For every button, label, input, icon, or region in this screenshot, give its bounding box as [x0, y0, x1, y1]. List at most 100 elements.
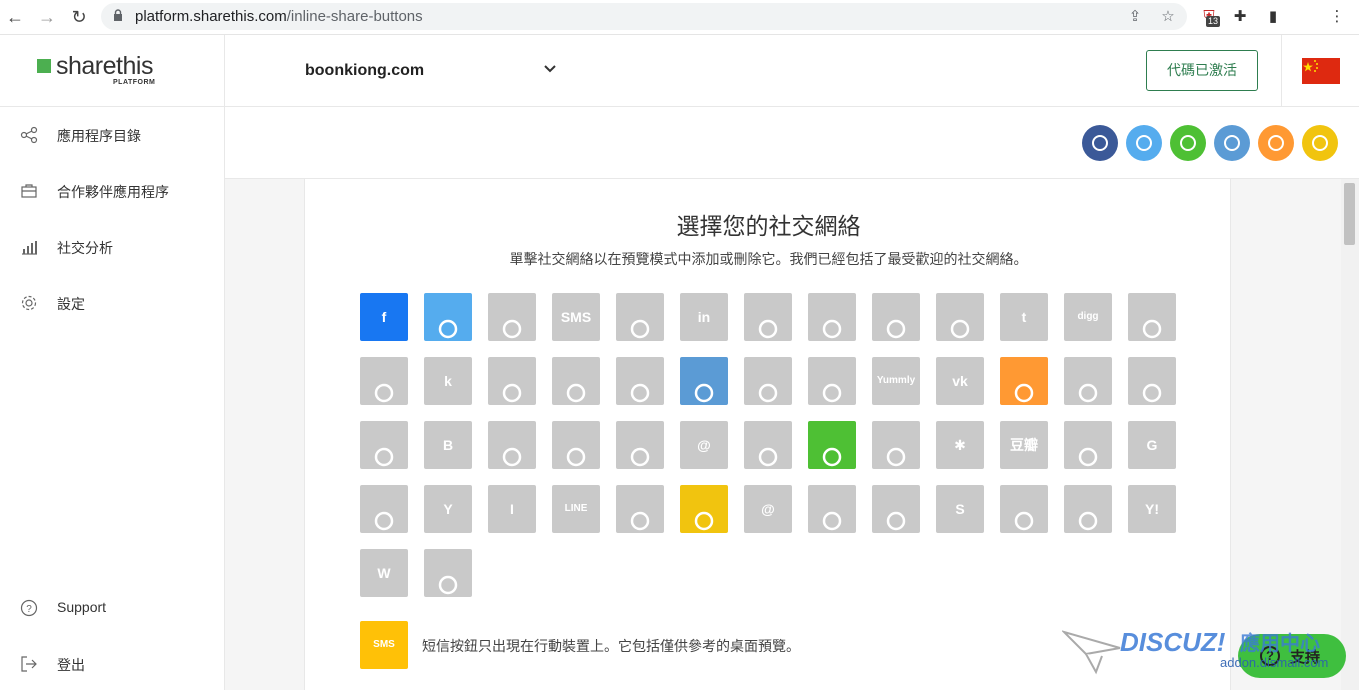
- bookmark-star-icon[interactable]: ☆: [1159, 8, 1177, 26]
- logo-wordmark: sharethis: [56, 52, 153, 80]
- network-buffer-layers-button[interactable]: [488, 357, 536, 405]
- sidebar-item-logout[interactable]: 登出: [0, 644, 224, 684]
- network-odnoklassniki-button[interactable]: [1064, 357, 1112, 405]
- network-qq-button[interactable]: [680, 357, 728, 405]
- network-print-button[interactable]: [360, 421, 408, 469]
- sidebar-item-app-catalog[interactable]: 應用程序目錄: [0, 115, 224, 155]
- network-line-button[interactable]: LINE: [552, 485, 600, 533]
- network-email-at-button[interactable]: @: [680, 421, 728, 469]
- skype-icon: S: [955, 501, 965, 517]
- messenger-icon: [744, 293, 792, 341]
- network-douban-button[interactable]: 豆瓣: [1000, 421, 1048, 469]
- address-bar[interactable]: platform.sharethis.com/inline-share-butt…: [101, 3, 1187, 30]
- side-panel-icon[interactable]: ▮: [1262, 6, 1284, 28]
- page-subtitle: 單擊社交網絡以在預覽模式中添加或刪除它。我們已經包括了最受歡迎的社交網絡。: [509, 251, 1028, 267]
- extension-badge: 13: [1206, 16, 1221, 27]
- network-wordpress-button[interactable]: W: [360, 549, 408, 597]
- network-meneame-button[interactable]: [616, 421, 664, 469]
- china-flag-icon[interactable]: [1302, 58, 1340, 84]
- preview-qzone-button[interactable]: [1302, 125, 1338, 161]
- network-google-button[interactable]: G: [1128, 421, 1176, 469]
- google-icon: G: [1146, 437, 1158, 453]
- network-tumblr-button[interactable]: t: [1000, 293, 1048, 341]
- network-kik-button[interactable]: k: [424, 357, 472, 405]
- domain-selector-label[interactable]: boonkiong.com: [305, 62, 424, 80]
- network-telegram-button[interactable]: [1000, 485, 1048, 533]
- preview-facebook-button[interactable]: [1082, 125, 1118, 161]
- network-mix-button[interactable]: [808, 485, 856, 533]
- network-pocket-button[interactable]: [616, 485, 664, 533]
- network-blogger-button[interactable]: B: [424, 421, 472, 469]
- extensions-puzzle-icon[interactable]: ✚: [1229, 6, 1251, 28]
- network-diaspora-button[interactable]: [552, 357, 600, 405]
- network-delicious-button[interactable]: ✱: [936, 421, 984, 469]
- network-tencent-weibo-button[interactable]: [1064, 485, 1112, 533]
- network-buffer-button[interactable]: [872, 421, 920, 469]
- reload-icon[interactable]: ↻: [68, 6, 90, 28]
- line-icon: LINE: [564, 503, 588, 514]
- network-reddit-button[interactable]: [936, 293, 984, 341]
- network-email-button[interactable]: [488, 293, 536, 341]
- buffer-layers-icon: [488, 357, 536, 405]
- network-wechat-button[interactable]: [808, 421, 856, 469]
- network-surfingbird-button[interactable]: [872, 485, 920, 533]
- sidebar-item-partner-apps[interactable]: 合作夥伴應用程序: [0, 171, 224, 211]
- network-sharethis-button[interactable]: [616, 293, 664, 341]
- network-wykop-button[interactable]: [424, 549, 472, 597]
- network-twitter-button[interactable]: [424, 293, 472, 341]
- chevron-down-icon[interactable]: [543, 62, 557, 76]
- network-weibo-button[interactable]: [1000, 357, 1048, 405]
- sidebar-item-support[interactable]: ? Support: [0, 588, 224, 628]
- sidebar-item-social-analytics[interactable]: 社交分析: [0, 227, 224, 267]
- network-livejournal-button[interactable]: [744, 421, 792, 469]
- preview-qq-button[interactable]: [1214, 125, 1250, 161]
- network-flipboard-button[interactable]: [488, 421, 536, 469]
- gmail-icon: [360, 485, 408, 533]
- preview-twitter-button[interactable]: [1126, 125, 1162, 161]
- network-copy-button[interactable]: [808, 293, 856, 341]
- network-yahoo-button[interactable]: Y!: [1128, 485, 1176, 533]
- buffer-icon: [872, 421, 920, 469]
- network-evernote-button[interactable]: [1064, 421, 1112, 469]
- browser-menu-icon[interactable]: ⋮: [1326, 6, 1348, 28]
- network-mailru-button[interactable]: @: [744, 485, 792, 533]
- network-digg-button[interactable]: digg: [1064, 293, 1112, 341]
- watermark-text: DISCUZ!: [1120, 627, 1226, 657]
- back-icon[interactable]: ←: [4, 6, 26, 28]
- network-instapaper-button[interactable]: I: [488, 485, 536, 533]
- network-messenger-button[interactable]: [744, 293, 792, 341]
- help-circle-icon: ?: [20, 599, 38, 617]
- qq-icon: [680, 357, 728, 405]
- network-pinterest-button[interactable]: [872, 293, 920, 341]
- network-linkedin-button[interactable]: in: [680, 293, 728, 341]
- network-trello-button[interactable]: [744, 357, 792, 405]
- network-skype-button[interactable]: S: [936, 485, 984, 533]
- sidebar-item-label: 設定: [57, 296, 85, 312]
- sharethis-icon: [616, 293, 664, 341]
- network-yummly-button[interactable]: Yummly: [872, 357, 920, 405]
- network-whatsapp-button[interactable]: [1128, 293, 1176, 341]
- network-hacker-news-button[interactable]: Y: [424, 485, 472, 533]
- briefcase-icon: [21, 184, 37, 198]
- network-snapchat-button[interactable]: [552, 421, 600, 469]
- network-vk-button[interactable]: vk: [936, 357, 984, 405]
- preview-weibo-button[interactable]: [1258, 125, 1294, 161]
- forward-icon[interactable]: →: [36, 6, 58, 28]
- sharethis-logo[interactable]: sharethis PLATFORM: [0, 35, 225, 107]
- network-facebook-button[interactable]: f: [360, 293, 408, 341]
- network-gmail-button[interactable]: [360, 485, 408, 533]
- network-qzone-button[interactable]: [680, 485, 728, 533]
- network-outlook-button[interactable]: [616, 357, 664, 405]
- share-buttons-preview: [225, 107, 1359, 179]
- scroll-thumb[interactable]: [1344, 183, 1355, 245]
- sidebar-item-settings[interactable]: 設定: [0, 283, 224, 323]
- page-scrollbar[interactable]: [1341, 179, 1359, 690]
- code-activated-button[interactable]: 代碼已激活: [1146, 50, 1258, 91]
- sidebar-item-label: 社交分析: [57, 240, 113, 256]
- share-page-icon[interactable]: ⇪: [1126, 8, 1144, 26]
- network-xing-button[interactable]: [1128, 357, 1176, 405]
- network-sms-button[interactable]: SMS: [552, 293, 600, 341]
- network-refind-button[interactable]: [360, 357, 408, 405]
- preview-wechat-button[interactable]: [1170, 125, 1206, 161]
- network-viber-button[interactable]: [808, 357, 856, 405]
